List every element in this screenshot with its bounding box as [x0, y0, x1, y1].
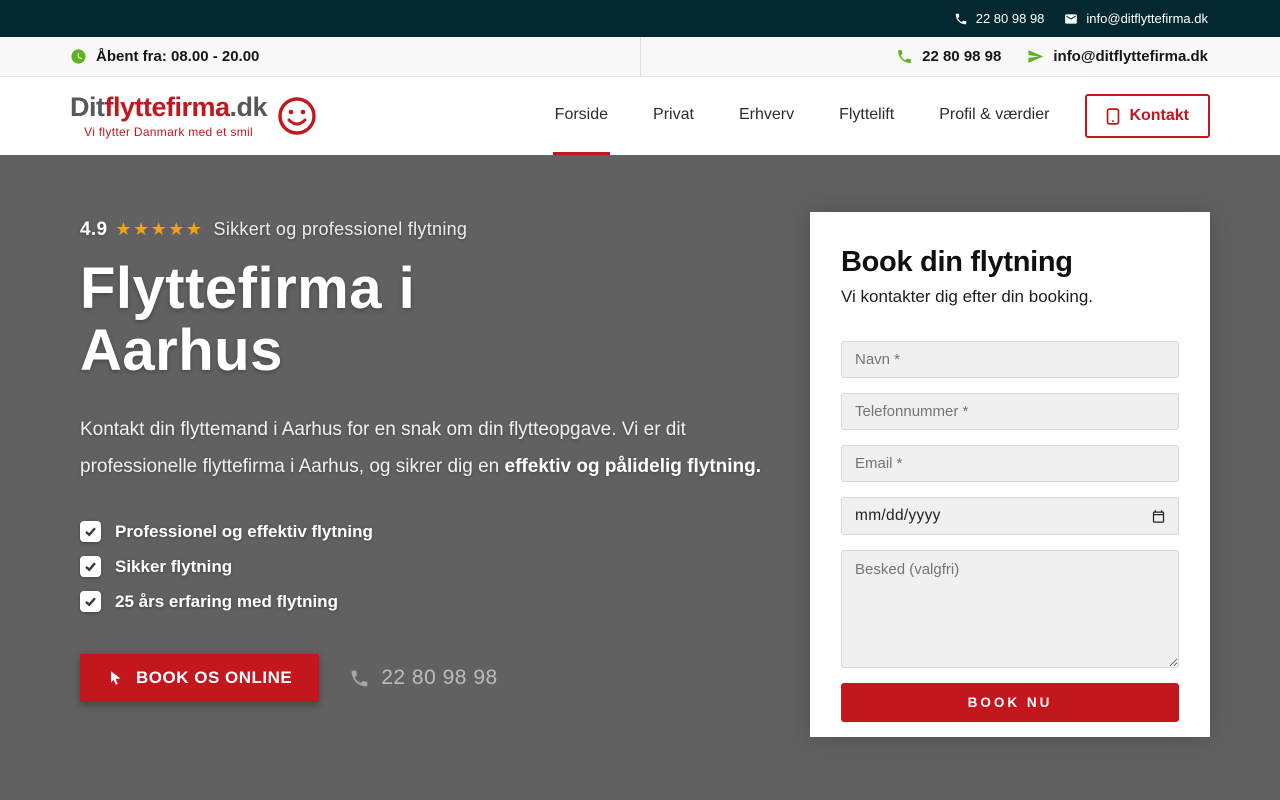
- phone-input[interactable]: [841, 393, 1179, 430]
- hero-phone-number: 22 80 98 98: [381, 666, 498, 690]
- logo-part-flyttefirma: flyttefirma: [104, 91, 231, 122]
- hero-paragraph: Kontakt din flyttemand i Aarhus for en s…: [80, 412, 780, 485]
- site-logo[interactable]: Ditflyttefirma.dk Vi flytter Danmark med…: [70, 91, 317, 139]
- booking-form-title: Book din flytning: [841, 246, 1073, 278]
- nav-item-erhverv[interactable]: Erhverv: [737, 78, 796, 155]
- cursor-pointer-icon: [111, 671, 121, 685]
- email-input[interactable]: [841, 445, 1179, 482]
- envelope-icon: [1065, 13, 1078, 24]
- booking-form-card: Book din flytning Vi kontakter dig efter…: [810, 212, 1210, 737]
- date-input[interactable]: mm/dd/yyyy: [841, 497, 1179, 535]
- hero-paragraph-bold: effektiv og pålidelig flytning.: [504, 455, 762, 477]
- hero-phone-link[interactable]: 22 80 98 98: [349, 666, 497, 690]
- cta-row: BOOK OS ONLINE 22 80 98 98: [80, 654, 790, 703]
- checkbox-checked-icon: [80, 556, 101, 578]
- book-nu-button[interactable]: BOOK NU: [841, 683, 1179, 722]
- rating-text: Sikkert og professionel flytning: [213, 219, 468, 239]
- logo-tagline: Vi flytter Danmark med et smil: [84, 124, 253, 139]
- calendar-icon: [1152, 509, 1165, 523]
- rating-line: 4.9 ★★★★★ Sikkert og professionel flytni…: [80, 219, 790, 241]
- main-nav: Forside Privat Erhverv Flyttelift Profil…: [552, 78, 1052, 155]
- infobar-contact: 22 80 98 98 info@ditflyttefirma.dk: [640, 37, 1280, 76]
- checklist-item: Professionel og effektiv flytning: [80, 521, 790, 543]
- hero-content: 4.9 ★★★★★ Sikkert og professionel flytni…: [80, 219, 790, 703]
- message-textarea[interactable]: [841, 550, 1179, 668]
- paper-plane-icon: [1028, 50, 1044, 63]
- opening-hours: Åbent fra: 08.00 - 20.00: [0, 37, 640, 76]
- checklist-item: Sikker flytning: [80, 556, 790, 578]
- smiley-icon: [278, 97, 316, 135]
- clock-icon: [71, 49, 86, 64]
- checklist-item-label: Sikker flytning: [115, 556, 233, 576]
- book-online-button[interactable]: BOOK OS ONLINE: [80, 654, 320, 703]
- infobar-phone-link[interactable]: 22 80 98 98: [896, 48, 1001, 65]
- logo-text: Ditflyttefirma.dk Vi flytter Danmark med…: [70, 91, 268, 139]
- nav-item-profil-vaerdier[interactable]: Profil & værdier: [937, 78, 1051, 155]
- nav-item-forside[interactable]: Forside: [552, 78, 611, 155]
- checklist-item-label: Professionel og effektiv flytning: [115, 521, 373, 541]
- topbar-phone-link[interactable]: 22 80 98 98: [954, 11, 1045, 26]
- hero-section: 4.9 ★★★★★ Sikkert og professionel flytni…: [0, 155, 1280, 800]
- date-value: mm/dd/yyyy: [855, 507, 941, 524]
- logo-part-dit: Dit: [70, 91, 105, 122]
- checklist-item-label: 25 års erfaring med flytning: [115, 591, 338, 611]
- book-online-button-label: BOOK OS ONLINE: [136, 668, 293, 688]
- infobar-phone-number: 22 80 98 98: [922, 48, 1002, 65]
- name-input[interactable]: [841, 341, 1179, 378]
- booking-form-subtitle: Vi kontakter dig efter din booking.: [841, 287, 1094, 306]
- nav-item-flyttelift[interactable]: Flyttelift: [837, 78, 896, 155]
- site-header: Ditflyttefirma.dk Vi flytter Danmark med…: [0, 77, 1280, 155]
- nav-item-privat[interactable]: Privat: [651, 78, 696, 155]
- rating-score: 4.9: [80, 219, 108, 240]
- opening-hours-text: Åbent fra: 08.00 - 20.00: [96, 48, 260, 65]
- smartphone-icon: [1107, 107, 1120, 125]
- checkbox-checked-icon: [80, 521, 101, 543]
- topbar-email-address: info@ditflyttefirma.dk: [1086, 11, 1208, 26]
- phone-icon: [898, 50, 911, 63]
- logo-wordmark: Ditflyttefirma.dk: [70, 91, 268, 122]
- kontakt-button[interactable]: Kontakt: [1085, 94, 1210, 138]
- infobar-email-address: info@ditflyttefirma.dk: [1053, 48, 1208, 65]
- booking-form: mm/dd/yyyy BOOK NU: [841, 341, 1179, 722]
- phone-icon: [955, 13, 966, 24]
- kontakt-button-label: Kontakt: [1129, 107, 1189, 124]
- checkbox-checked-icon: [80, 591, 101, 613]
- infobar-email-link[interactable]: info@ditflyttefirma.dk: [1027, 48, 1208, 65]
- logo-part-dk: .dk: [229, 91, 268, 122]
- info-bar: Åbent fra: 08.00 - 20.00 22 80 98 98 inf…: [0, 37, 1280, 77]
- topbar-email-link[interactable]: info@ditflyttefirma.dk: [1064, 11, 1208, 26]
- rating-stars: ★★★★★: [115, 219, 204, 239]
- hero-checklist: Professionel og effektiv flytning Sikker…: [80, 521, 790, 613]
- checklist-item: 25 års erfaring med flytning: [80, 591, 790, 613]
- hero-title: Flyttefirma i Aarhus: [80, 256, 416, 384]
- topbar-phone-number: 22 80 98 98: [975, 11, 1045, 26]
- phone-icon: [351, 670, 368, 686]
- top-contact-bar: 22 80 98 98 info@ditflyttefirma.dk: [0, 0, 1280, 37]
